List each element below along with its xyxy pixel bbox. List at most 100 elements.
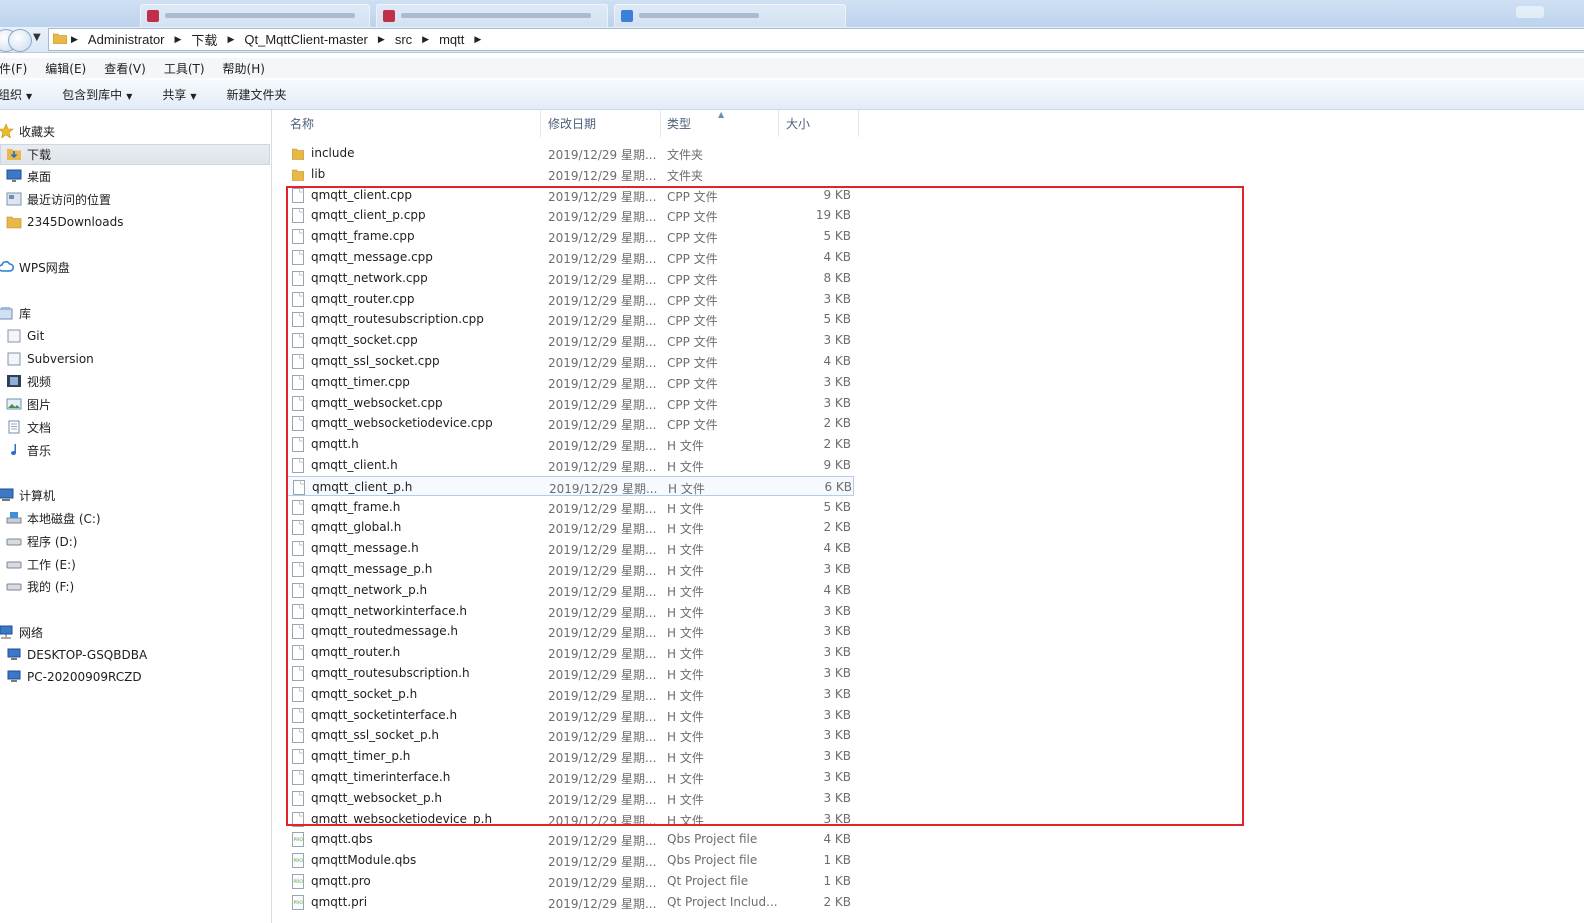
window-controls[interactable] [1516, 6, 1544, 18]
file-row[interactable]: qmqtt_socket_p.h 2019/12/29 星期... H 文件 3 KB [286, 684, 854, 704]
menu-item[interactable]: 查看(V) [104, 60, 146, 77]
sidebar-item-network-pc[interactable]: DESKTOP-GSQBDBA [6, 645, 147, 665]
file-row[interactable]: qmqtt_timer_p.h 2019/12/29 星期... H 文件 3 KB [286, 746, 854, 766]
column-divider[interactable] [858, 110, 859, 137]
file-row[interactable]: qmqtt_socketinterface.h 2019/12/29 星期... H… [286, 705, 854, 725]
file-row[interactable]: qmqtt_routesubscription.h 2019/12/29 星期..… [286, 663, 854, 683]
include-in-library-button[interactable]: 包含到库中 ▼ [62, 86, 132, 103]
folder-row[interactable]: lib 2019/12/29 星期... 文件夹 [286, 164, 854, 184]
sidebar-item-drive-f[interactable]: 我的 (F:) [6, 576, 74, 596]
sidebar-item-downloads[interactable]: 下载 [6, 144, 51, 164]
file-row[interactable]: PRO qmqttModule.qbs 2019/12/29 星期... Qbs Pr… [286, 850, 854, 870]
file-type: H 文件 [667, 522, 704, 537]
breadcrumb-separator-icon[interactable]: ▶ [474, 34, 481, 45]
sidebar-item-drive-c[interactable]: 本地磁盘 (C:) [6, 508, 101, 528]
menu-item[interactable]: 帮助(H) [223, 60, 265, 77]
file-row[interactable]: qmqtt_message.cpp 2019/12/29 星期... CPP 文件 4… [286, 247, 854, 267]
menu-item[interactable]: 编辑(E) [45, 60, 86, 77]
file-row[interactable]: qmqtt.h 2019/12/29 星期... H 文件 2 KB [286, 434, 854, 454]
column-name[interactable]: 名称 [290, 110, 314, 137]
file-row[interactable]: qmqtt_client_p.h 2019/12/29 星期... H 文件 6 KB [286, 475, 854, 496]
column-divider[interactable] [660, 110, 661, 137]
file-row[interactable]: qmqtt_timer.cpp 2019/12/29 星期... CPP 文件 3 K… [286, 372, 854, 392]
breadcrumb-item[interactable]: Qt_MqttClient-master [244, 32, 368, 47]
nav-favorites[interactable]: 收藏夹 [0, 121, 55, 141]
file-row[interactable]: qmqtt_routedmessage.h 2019/12/29 星期... H 文… [286, 621, 854, 641]
column-type[interactable]: 类型 [667, 110, 691, 137]
organize-button[interactable]: 组织 ▼ [0, 86, 32, 103]
file-type: CPP 文件 [667, 293, 718, 308]
file-row[interactable]: qmqtt_websocket_p.h 2019/12/29 星期... H 文件 3… [286, 788, 854, 808]
file-date: 2019/12/29 星期... [548, 564, 657, 578]
breadcrumb-item[interactable]: Administrator [88, 32, 165, 47]
sidebar-item-drive-e[interactable]: 工作 (E:) [6, 554, 76, 574]
file-row[interactable]: qmqtt_router.h 2019/12/29 星期... H 文件 3 KB [286, 642, 854, 662]
file-row[interactable]: qmqtt_network.cpp 2019/12/29 星期... CPP 文件 8… [286, 268, 854, 288]
sidebar-item-music[interactable]: 音乐 [6, 440, 51, 460]
folder-row[interactable]: include 2019/12/29 星期... 文件夹 [286, 143, 854, 163]
breadcrumb-separator-icon[interactable]: ▶ [378, 34, 385, 45]
column-size[interactable]: 大小 [786, 110, 810, 137]
file-row[interactable]: PRO qmqtt.qbs 2019/12/29 星期... Qbs Project … [286, 829, 854, 849]
file-row[interactable]: qmqtt_frame.cpp 2019/12/29 星期... CPP 文件 5 K… [286, 226, 854, 246]
file-row[interactable]: qmqtt_message.h 2019/12/29 星期... H 文件 4 KB [286, 538, 854, 558]
sidebar-item-desktop[interactable]: 桌面 [6, 166, 51, 186]
menu-item[interactable]: 工具(T) [164, 60, 205, 77]
sidebar-item-pictures[interactable]: 图片 [6, 394, 51, 414]
nav-computer[interactable]: 计算机 [0, 485, 55, 505]
breadcrumb-item[interactable]: 下载 [191, 30, 217, 49]
file-row[interactable]: qmqtt_ssl_socket_p.h 2019/12/29 星期... H 文件… [286, 725, 854, 745]
sidebar-item-2345downloads[interactable]: 2345Downloads [6, 212, 123, 232]
file-row[interactable]: qmqtt_routesubscription.cpp 2019/12/29 星期… [286, 309, 854, 329]
nav-libraries[interactable]: 库 [0, 303, 31, 323]
file-row[interactable]: qmqtt_router.cpp 2019/12/29 星期... CPP 文件 3 … [286, 289, 854, 309]
nav-network[interactable]: 网络 [0, 622, 43, 642]
file-row[interactable]: qmqtt_timerinterface.h 2019/12/29 星期... H … [286, 767, 854, 787]
sidebar-item-videos[interactable]: 视频 [6, 371, 51, 391]
file-row[interactable]: qmqtt_client.h 2019/12/29 星期... H 文件 9 KB [286, 455, 854, 475]
browser-tab[interactable] [614, 4, 846, 27]
share-button[interactable]: 共享 ▼ [162, 86, 196, 103]
browser-tab[interactable] [376, 4, 608, 27]
file-type: H 文件 [667, 813, 704, 828]
forward-button[interactable] [8, 29, 32, 52]
file-row[interactable]: qmqtt_frame.h 2019/12/29 星期... H 文件 5 KB [286, 497, 854, 517]
history-dropdown-icon[interactable]: ▼ [33, 32, 41, 43]
breadcrumb-separator-icon[interactable]: ▶ [175, 34, 182, 45]
column-divider[interactable] [778, 110, 779, 137]
sidebar-item-wps-cloud[interactable]: WPS网盘 [0, 257, 70, 277]
sidebar-item-git[interactable]: Git [6, 326, 44, 346]
breadcrumb-item[interactable]: mqtt [439, 32, 464, 47]
column-divider[interactable] [540, 110, 541, 137]
breadcrumb-item[interactable]: src [395, 32, 412, 47]
new-folder-button[interactable]: 新建文件夹 [227, 86, 287, 103]
sidebar-item-drive-d[interactable]: 程序 (D:) [6, 531, 77, 551]
breadcrumb-separator-icon[interactable]: ▶ [227, 34, 234, 45]
file-type: H 文件 [667, 668, 704, 682]
file-row[interactable]: qmqtt_ssl_socket.cpp 2019/12/29 星期... CPP … [286, 351, 854, 371]
file-row[interactable]: qmqtt_network_p.h 2019/12/29 星期... H 文件 4 K… [286, 580, 854, 600]
breadcrumb-separator-icon[interactable]: ▶ [422, 34, 429, 45]
file-name: qmqtt_ssl_socket.cpp [311, 354, 440, 368]
sidebar-item-recent-places[interactable]: 最近访问的位置 [6, 189, 111, 209]
browser-tab[interactable] [140, 4, 370, 27]
file-row[interactable]: qmqtt_socket.cpp 2019/12/29 星期... CPP 文件 3 … [286, 330, 854, 350]
file-row[interactable]: qmqtt_websocket.cpp 2019/12/29 星期... CPP 文… [286, 393, 854, 413]
file-row[interactable]: qmqtt_client.cpp 2019/12/29 星期... CPP 文件 9 … [286, 185, 854, 205]
file-row[interactable]: qmqtt_networkinterface.h 2019/12/29 星期...… [286, 601, 854, 621]
breadcrumb-separator-icon[interactable]: ▶ [71, 34, 78, 45]
menu-item[interactable]: 件(F) [0, 60, 27, 77]
file-row[interactable]: qmqtt_global.h 2019/12/29 星期... H 文件 2 KB [286, 517, 854, 537]
sidebar-item-documents[interactable]: 文档 [6, 417, 51, 437]
file-row[interactable]: qmqtt_client_p.cpp 2019/12/29 星期... CPP 文件… [286, 205, 854, 225]
column-date-modified[interactable]: 修改日期 [548, 110, 596, 137]
sidebar-item-network-pc[interactable]: PC-20200909RCZD [6, 667, 142, 687]
file-row[interactable]: PRO qmqtt.pro 2019/12/29 星期... Qt Project f… [286, 871, 854, 891]
file-row[interactable]: qmqtt_websocketiodevice.cpp 2019/12/29 星期… [286, 413, 854, 433]
breadcrumb[interactable]: ▶ Administrator ▶ 下载 ▶ Qt_MqttClient-master ▶ s… [48, 28, 1584, 51]
file-type: CPP 文件 [667, 314, 718, 329]
file-row[interactable]: qmqtt_message_p.h 2019/12/29 星期... H 文件 3 K… [286, 559, 854, 579]
sidebar-item-subversion[interactable]: Subversion [6, 349, 94, 369]
file-row[interactable]: qmqtt_websocketiodevice_p.h 2019/12/29 星期… [286, 809, 854, 829]
file-row[interactable]: PRO qmqtt.pri 2019/12/29 星期... Qt Project I… [286, 892, 854, 912]
